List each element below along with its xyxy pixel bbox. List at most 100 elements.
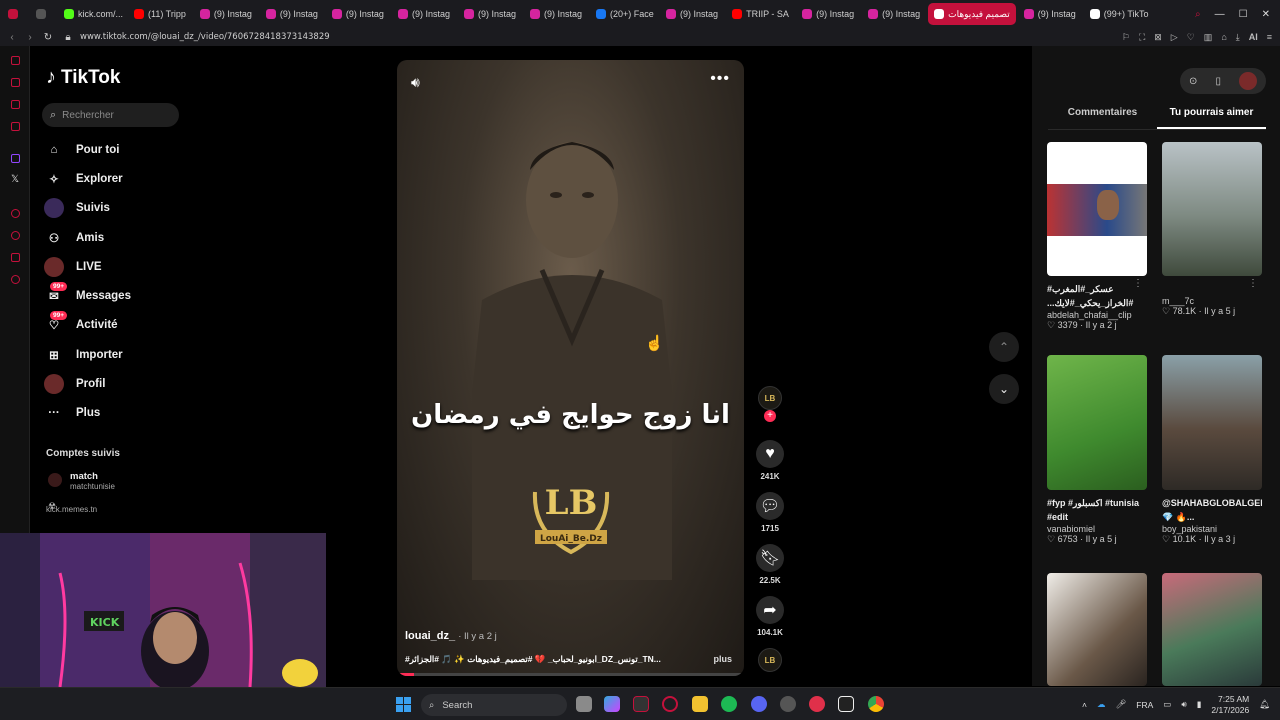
sidebar-toggle-icon[interactable]: ▥	[1204, 32, 1213, 43]
sidebar-item-messages[interactable]: ✉ 99+ Messages	[44, 282, 131, 308]
rail-icon-2[interactable]	[11, 78, 20, 87]
save-action[interactable]: 🔖︎ 22.5K	[756, 544, 784, 585]
browser-tab[interactable]	[2, 3, 28, 25]
tiktok-logo[interactable]: ♪ TikTok	[46, 66, 120, 89]
comment-action[interactable]: 💬︎ 1715	[756, 492, 784, 533]
minimize-icon[interactable]: —	[1215, 9, 1225, 20]
suggested-video-card[interactable]: #fyp #اكسبلور #tunisia #edit vanabiomiel…	[1047, 355, 1147, 545]
card-more-icon[interactable]: ⋮	[1248, 278, 1258, 289]
volume-tray-icon[interactable]: 🔊︎	[1181, 699, 1186, 710]
video-thumbnail[interactable]	[1047, 142, 1147, 276]
screenshot-icon[interactable]: ⛶	[1139, 32, 1145, 43]
sidebar-item-amis[interactable]: ⚇ Amis	[44, 226, 104, 250]
windows-start-icon[interactable]	[396, 697, 411, 712]
volume-icon[interactable]: 🔊︎	[411, 74, 420, 91]
browser-tab[interactable]: kick.com/...	[58, 3, 126, 25]
video-thumbnail[interactable]	[1162, 355, 1262, 490]
sidebar-item-pour-toi[interactable]: ⌂ Pour toi	[44, 138, 120, 162]
tab-comments[interactable]: Commentaires	[1048, 106, 1157, 129]
search-input[interactable]	[62, 109, 173, 121]
microphone-icon[interactable]: 🎤︎	[1116, 699, 1127, 710]
browser-tab[interactable]: (99+) TikTo	[1084, 3, 1152, 25]
video-progress-bar[interactable]	[397, 673, 744, 676]
rail-icon-5[interactable]	[11, 209, 20, 218]
ai-button[interactable]: AI	[1249, 32, 1258, 42]
tray-overflow-icon[interactable]: ˄	[1082, 700, 1087, 710]
sound-disc-icon[interactable]: LB	[758, 648, 782, 672]
following-account[interactable]: match matchtunisie	[48, 471, 115, 491]
video-author[interactable]: louai_dz_ · Il y a 2 j	[405, 630, 497, 642]
reload-icon[interactable]: ↻	[42, 32, 54, 43]
language-indicator[interactable]: FRA	[1136, 700, 1153, 710]
video-player[interactable]: انا زوج حوايج في رمضان LB LouAi_Be.Dz 🔊︎…	[397, 60, 744, 676]
tab-suggestions[interactable]: Tu pourrais aimer	[1157, 106, 1266, 129]
browser-taskbar-icon[interactable]	[633, 696, 649, 712]
user-avatar[interactable]	[1238, 72, 1257, 90]
menu-icon[interactable]: ≡	[1267, 32, 1272, 42]
battery-icon[interactable]: ▮	[1197, 699, 1202, 710]
suggested-video-card[interactable]: ⋮ m___7c ♡ 78.1K · Il y a 5 j	[1162, 142, 1262, 317]
follow-button[interactable]: +	[764, 410, 776, 422]
sidebar-item-suivis[interactable]: ● Suivis	[44, 196, 110, 220]
close-window-icon[interactable]: ✕	[1262, 9, 1270, 20]
share-icon[interactable]: ➦	[756, 596, 784, 624]
maximize-icon[interactable]: ☐	[1239, 9, 1248, 20]
rail-icon-4[interactable]	[11, 122, 20, 131]
device-icon[interactable]: ▯	[1215, 76, 1221, 87]
browser-tab[interactable]: (9) Instag	[524, 3, 588, 25]
heart-icon[interactable]: ♥	[756, 440, 784, 468]
forward-icon[interactable]: ›	[24, 32, 36, 43]
sidebar-item-activit-[interactable]: ♡ 99+ Activité	[44, 311, 118, 337]
browser-tab[interactable]: (9) Instag	[194, 3, 258, 25]
search-box[interactable]: ⌕	[42, 103, 179, 127]
browser-tab[interactable]: (9) Instag	[1018, 3, 1082, 25]
suggested-video-card[interactable]: ⋮ عسكر_#المغرب# #الخراز_يحكي_#لايك... ab…	[1047, 142, 1147, 331]
discord-icon[interactable]	[751, 696, 767, 712]
app-icon[interactable]	[780, 696, 796, 712]
sidebar-item-importer[interactable]: ⊞ Importer	[44, 343, 122, 367]
browser-tab[interactable]: (9) Instag	[326, 3, 390, 25]
capcut-icon[interactable]	[838, 696, 854, 712]
sidebar-item-plus[interactable]: ··· Plus	[44, 401, 100, 425]
comment-icon[interactable]: 💬︎	[756, 492, 784, 520]
wallet-icon[interactable]: ⌂	[1221, 32, 1226, 42]
next-video-button[interactable]: ⌄	[989, 374, 1019, 404]
extension-icon[interactable]: ⊠	[1154, 32, 1162, 43]
browser-tab[interactable]: (9) Instag	[796, 3, 860, 25]
taskbar-search[interactable]: ⌕ Search	[421, 694, 567, 716]
video-thumbnail[interactable]	[1047, 355, 1147, 490]
browser-tab[interactable]: تصميم فيديوهات	[928, 3, 1016, 25]
browser-tab[interactable]: (9) Instag	[660, 3, 724, 25]
chrome-icon[interactable]	[868, 696, 884, 712]
url-text[interactable]: www.tiktok.com/@louai_dz_/video/76067284…	[80, 32, 330, 42]
card-username[interactable]: abdelah_chafai__clip	[1047, 310, 1147, 320]
file-explorer-icon[interactable]	[692, 696, 708, 712]
author-name[interactable]: louai_dz_	[405, 630, 455, 642]
browser-tab[interactable]: (9) Instag	[862, 3, 926, 25]
rail-icon-1[interactable]	[11, 56, 20, 65]
coins-icon[interactable]: ⊙	[1189, 76, 1197, 87]
tab-search-icon[interactable]: ⌕	[1195, 9, 1201, 20]
more-description-link[interactable]: plus	[713, 654, 732, 664]
app-icon-red[interactable]	[809, 696, 825, 712]
card-username[interactable]: boy_pakistani	[1162, 524, 1262, 534]
browser-tab[interactable]	[30, 3, 56, 25]
suggested-video-card[interactable]	[1047, 573, 1147, 686]
network-icon[interactable]: ▭	[1163, 699, 1171, 710]
browser-tab[interactable]: (11) Tripp	[128, 3, 192, 25]
previous-video-button[interactable]: ⌃	[989, 332, 1019, 362]
notification-icon[interactable]: 🔔︎	[1259, 699, 1270, 710]
heart-icon[interactable]: ♡	[1187, 32, 1195, 43]
browser-tab[interactable]: (9) Instag	[260, 3, 324, 25]
sidebar-item-explorer[interactable]: ✧ Explorer	[44, 167, 123, 191]
creator-avatar[interactable]: LB	[758, 386, 782, 410]
rail-icon-6[interactable]	[11, 231, 20, 240]
bookmark-icon[interactable]: 🔖︎	[756, 544, 784, 572]
settings-icon[interactable]	[11, 275, 20, 284]
download-icon[interactable]: ⤓	[1236, 32, 1240, 43]
back-icon[interactable]: ‹	[6, 32, 18, 43]
browser-tab[interactable]: TRIIP - SA	[726, 3, 794, 25]
sidebar-item-live[interactable]: ◉ LIVE	[44, 255, 102, 279]
browser-tab[interactable]: (9) Instag	[392, 3, 456, 25]
play-icon[interactable]: ▷	[1171, 32, 1178, 43]
